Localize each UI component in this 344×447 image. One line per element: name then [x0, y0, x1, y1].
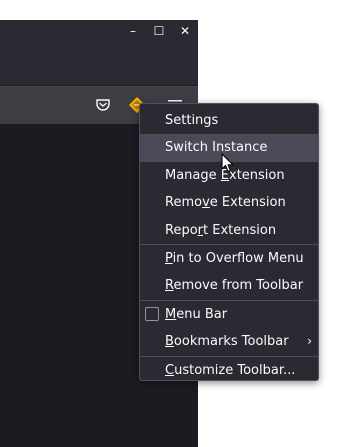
menu-item-pin-to-overflow[interactable]: Pin to Overflow Menu [140, 245, 318, 272]
menu-item-label-post: ustomize Toolbar... [174, 362, 296, 378]
menu-item-label-post: e Extension [209, 195, 286, 211]
menu-item-accesskey: M [165, 306, 177, 322]
menu-item-accesskey: P [165, 250, 173, 266]
menu-item-label-post: ookmarks Toolbar [173, 334, 289, 350]
menu-item-menu-bar[interactable]: Menu Bar [140, 301, 318, 328]
extension-context-menu: Settings Switch Instance Manage Extensio… [139, 103, 319, 381]
pocket-icon[interactable] [94, 96, 112, 114]
minimize-button[interactable]: – [126, 24, 140, 38]
menu-item-label-post: t Extension [203, 222, 277, 238]
menu-item-remove-from-toolbar[interactable]: Remove from Toolbar [140, 272, 318, 299]
menu-item-settings[interactable]: Settings [140, 107, 318, 134]
menu-item-customize-toolbar[interactable]: Customize Toolbar... [140, 357, 318, 384]
menu-item-report-extension[interactable]: Report Extension [140, 217, 318, 244]
menu-bar-checkbox[interactable] [145, 306, 159, 321]
window-controls: – ☐ ✕ [126, 24, 192, 44]
menu-item-label-post: enu Bar [176, 306, 228, 322]
chevron-right-icon: › [307, 334, 312, 349]
menu-item-accesskey: C [165, 362, 175, 378]
maximize-button[interactable]: ☐ [152, 24, 166, 38]
menu-item-label-pre: Remo [165, 195, 203, 211]
menu-item-label-pre: Repo [165, 222, 198, 238]
menu-item-label-post: emove from Toolbar [173, 278, 304, 294]
menu-item-label-pre: Manage [165, 167, 221, 183]
menu-item-accesskey: B [165, 334, 174, 350]
screen: – ☐ ✕ Settings Switch Instance Manage Ex… [0, 0, 344, 447]
menu-item-label-post: xtension [229, 167, 285, 183]
menu-item-label-post: in to Overflow Menu [172, 250, 304, 266]
menu-item-accesskey: v [202, 195, 210, 211]
menu-item-remove-extension[interactable]: Remove Extension [140, 189, 318, 216]
close-button[interactable]: ✕ [178, 24, 192, 38]
mouse-pointer-icon [221, 153, 234, 173]
menu-item-label: Settings [165, 113, 219, 128]
menu-item-bookmarks-toolbar[interactable]: Bookmarks Toolbar › [140, 328, 318, 355]
title-bar: – ☐ ✕ [0, 20, 198, 85]
menu-item-label: Switch Instance [165, 140, 268, 156]
